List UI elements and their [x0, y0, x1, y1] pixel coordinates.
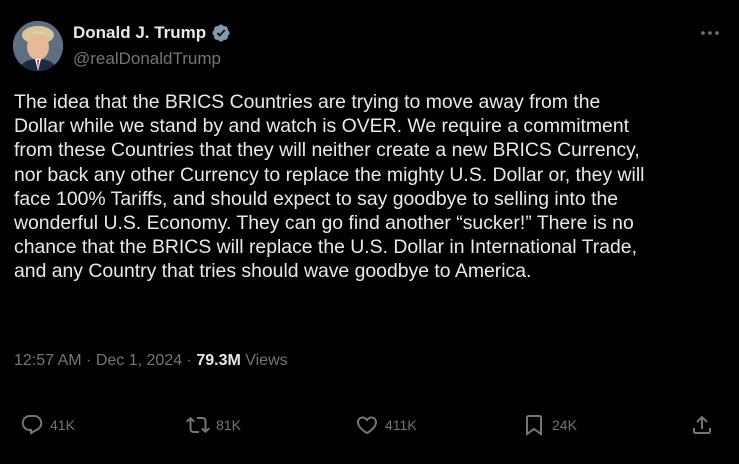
share-button[interactable] — [690, 412, 714, 438]
tweet-time[interactable]: 12:57 AM — [14, 352, 82, 369]
author-name-row: Donald J. Trump — [73, 22, 231, 44]
meta-separator: · — [182, 352, 197, 369]
repost-button[interactable]: 81K — [186, 412, 241, 438]
meta-separator: · — [81, 352, 96, 369]
share-icon — [693, 415, 711, 434]
tweet-text: The idea that the BRICS Countries are tr… — [14, 91, 645, 283]
author-handle[interactable]: @realDonaldTrump — [73, 48, 221, 70]
views-count[interactable]: 79.3M — [196, 352, 240, 369]
reply-icon — [21, 415, 43, 435]
avatar-image — [13, 21, 63, 71]
like-button[interactable]: 411K — [355, 412, 417, 438]
verified-badge-icon — [211, 23, 231, 43]
views-label: Views — [240, 352, 288, 369]
bookmark-icon — [526, 415, 542, 436]
repost-count: 81K — [216, 417, 241, 433]
bookmark-count: 24K — [552, 417, 577, 433]
reply-count: 41K — [50, 417, 75, 433]
bookmark-button[interactable]: 24K — [522, 412, 577, 438]
author-display-name[interactable]: Donald J. Trump — [73, 22, 206, 44]
reply-button[interactable]: 41K — [20, 412, 75, 438]
tweet-meta: 12:57 AM · Dec 1, 2024 · 79.3M Views — [14, 351, 288, 371]
avatar[interactable] — [13, 21, 63, 71]
more-horizontal-icon[interactable] — [696, 22, 724, 44]
repost-icon — [186, 416, 210, 434]
tweet-date[interactable]: Dec 1, 2024 — [96, 352, 182, 369]
tweet-card: Donald J. Trump @realDonaldTrump The ide… — [0, 0, 739, 464]
heart-icon — [356, 416, 378, 435]
like-count: 411K — [385, 417, 417, 433]
